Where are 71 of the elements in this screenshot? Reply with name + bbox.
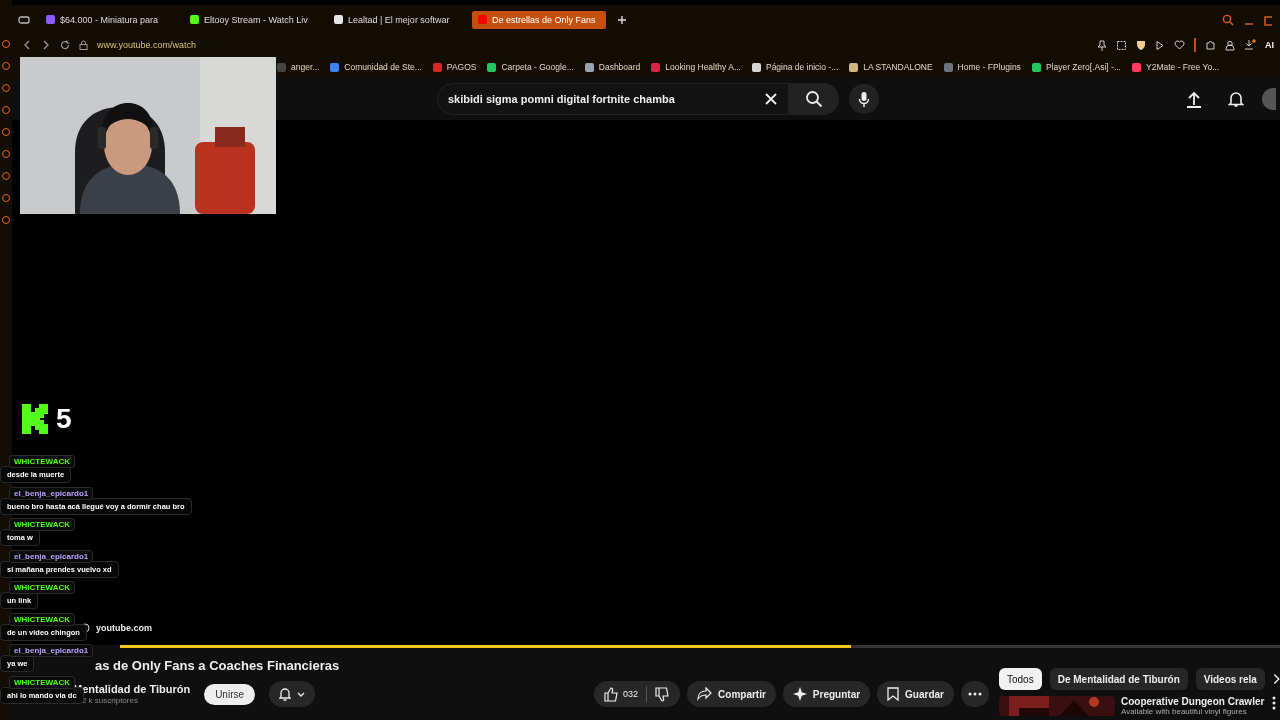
bookmark[interactable]: PAGOS [446, 62, 477, 72]
upload-icon[interactable] [1186, 90, 1202, 108]
ad-domain[interactable]: youtube.com [96, 623, 152, 633]
microphone-button[interactable] [849, 84, 879, 114]
bookmark[interactable]: LA STANDALONE [863, 62, 933, 72]
avatar[interactable] [1262, 88, 1276, 110]
chevron-right-icon[interactable] [1272, 673, 1280, 685]
search-button[interactable] [789, 83, 839, 115]
shield-icon[interactable] [1136, 39, 1146, 51]
viewer-count: 5 [56, 403, 72, 435]
more-icon [968, 692, 982, 696]
back-icon[interactable] [22, 40, 32, 50]
browser-tab[interactable]: $64.000 - Miniatura para [40, 10, 174, 29]
screenshot-icon[interactable] [1116, 39, 1127, 51]
action-button[interactable]: Guardar [877, 681, 954, 707]
search-icon[interactable] [1222, 13, 1234, 26]
sparkle-icon [792, 687, 807, 701]
chat-username: WHICTEWACK [9, 518, 75, 531]
new-tab-icon[interactable] [616, 13, 628, 26]
notifications-button[interactable] [269, 681, 316, 707]
search-field[interactable]: skibidi sigma pomni digital fortnite chamba [437, 83, 789, 115]
bookmark[interactable]: Dashboard [598, 62, 641, 72]
filter-chip[interactable]: Todos [999, 668, 1042, 690]
pin-icon[interactable] [1097, 39, 1107, 51]
progress-bar[interactable] [120, 645, 1280, 648]
browser-tab[interactable]: Eltooy Stream - Watch Liv [184, 10, 318, 29]
chat-username: WHICTEWACK [9, 581, 75, 594]
kick-logo-icon [22, 404, 48, 434]
bookmark[interactable]: Looking Healthy A... [665, 62, 741, 72]
browser-tab[interactable]: De estrellas de Only Fans [472, 10, 606, 29]
lock-icon [79, 40, 88, 50]
bookmark-icon [887, 687, 900, 701]
bell-icon[interactable] [1228, 90, 1244, 108]
maximize-icon[interactable] [1264, 13, 1272, 26]
thumbs-up-icon [604, 686, 620, 702]
video-title[interactable]: Cooperative Dungeon Crawler [1121, 696, 1266, 707]
filter-chip[interactable]: De Mentalidad de Tiburón [1049, 668, 1188, 690]
action-button[interactable]: Preguntar [782, 681, 871, 707]
download-icon[interactable] [1244, 39, 1256, 51]
more-icon[interactable] [1272, 696, 1276, 710]
bookmark[interactable]: Player Zero[.Asi] -... [1045, 62, 1121, 72]
bookmark[interactable]: Y2Mate - Free Yo... [1146, 62, 1220, 72]
thumbs-down-icon [655, 686, 671, 702]
browser-tab[interactable]: Lealtad | El mejor softwar [328, 10, 462, 29]
bookmark[interactable]: anger... [291, 62, 320, 72]
video-subtitle: Available with beautiful vinyl figures [1121, 707, 1248, 716]
microphone-icon [858, 90, 870, 108]
search-icon [805, 90, 823, 108]
profile-icon[interactable] [1225, 39, 1235, 51]
ai-button[interactable]: AI [1265, 40, 1274, 50]
more-button[interactable] [961, 681, 989, 707]
filter-chip[interactable]: Videos rela [1195, 668, 1265, 690]
video-title: as de Only Fans a Coaches Financieras [95, 658, 340, 673]
bookmark[interactable]: Home - FPlugins [957, 62, 1021, 72]
share-icon [697, 687, 713, 701]
heart-icon[interactable] [1174, 40, 1185, 50]
bookmark[interactable]: Página de inicio -... [765, 62, 839, 72]
bookmark[interactable]: Comunidad de Ste... [344, 62, 422, 72]
bookmark[interactable]: Carpeta - Google... [501, 62, 574, 72]
action-button[interactable]: Compartir [687, 681, 776, 707]
gamepad-icon[interactable] [18, 14, 30, 25]
reload-icon[interactable] [60, 40, 70, 50]
chat-username: el_benja_epicardo1 [9, 644, 94, 657]
caret-icon [297, 691, 306, 697]
join-button[interactable]: Unirse [204, 683, 256, 705]
bell-icon [279, 687, 292, 701]
chat-username: WHICTEWACK [9, 455, 75, 468]
play-icon[interactable] [1155, 39, 1165, 51]
forward-icon[interactable] [41, 40, 51, 50]
address-field[interactable]: www.youtube.com/watch [97, 40, 197, 50]
close-icon[interactable] [764, 92, 778, 106]
